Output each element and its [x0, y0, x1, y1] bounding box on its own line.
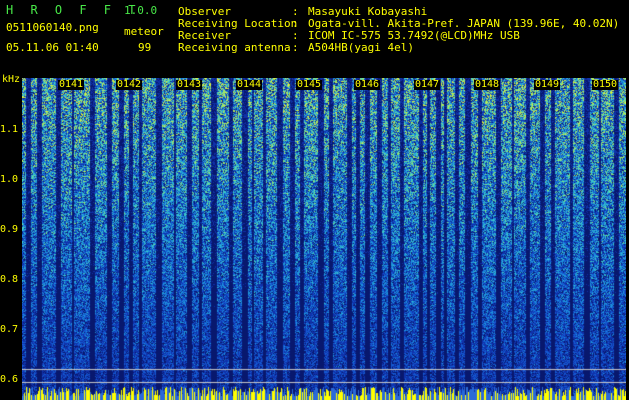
file-name: 0511060140.png: [6, 21, 99, 34]
count-label: 99: [138, 41, 152, 54]
info-colon: :: [292, 17, 299, 30]
app-title: H R O F F T: [6, 3, 141, 17]
info-label-antenna: Receiving antenna: [178, 41, 291, 54]
x-tick-label: 0147: [414, 79, 441, 90]
info-colon: :: [292, 41, 299, 54]
info-colon: :: [292, 29, 299, 42]
hroft-window: H R O F F T 1.0.0 0511060140.png meteor …: [0, 0, 629, 400]
info-label-location: Receiving Location: [178, 17, 298, 30]
y-tick-label: 0.6: [0, 374, 19, 385]
x-tick-label: 0143: [176, 79, 203, 90]
app-version: 1.0.0: [124, 4, 158, 17]
info-label-receiver: Receiver: [178, 29, 231, 42]
y-tick-label: 1.0: [0, 174, 19, 185]
x-tick-label: 0145: [296, 79, 323, 90]
x-tick-label: 0144: [236, 79, 263, 90]
info-value-observer: Masayuki Kobayashi: [308, 5, 428, 18]
x-tick-label: 0141: [58, 79, 85, 90]
info-label-observer: Observer: [178, 5, 231, 18]
x-tick-label: 0150: [592, 79, 619, 90]
spectrogram-canvas: [22, 78, 626, 400]
x-tick-label: 0142: [116, 79, 143, 90]
x-tick-label: 0146: [354, 79, 381, 90]
y-tick-label: 0.9: [0, 224, 19, 235]
x-tick-label: 0148: [474, 79, 501, 90]
x-tick-label: 0149: [534, 79, 561, 90]
info-value-receiver: ICOM IC-575 53.7492(@LCD)MHz USB: [308, 29, 520, 42]
mode-label: meteor: [124, 25, 164, 38]
spectrogram-panel: [22, 78, 626, 400]
info-colon: :: [292, 5, 299, 18]
frequency-unit-label: kHz: [2, 74, 21, 85]
y-tick-label: 0.7: [0, 324, 19, 335]
y-tick-label: 0.8: [0, 274, 19, 285]
y-tick-label: 1.1: [0, 124, 19, 135]
info-value-antenna: A504HB(yagi 4el): [308, 41, 414, 54]
datetime-label: 05.11.06 01:40: [6, 41, 99, 54]
info-value-location: Ogata-vill. Akita-Pref. JAPAN (139.96E, …: [308, 17, 620, 30]
